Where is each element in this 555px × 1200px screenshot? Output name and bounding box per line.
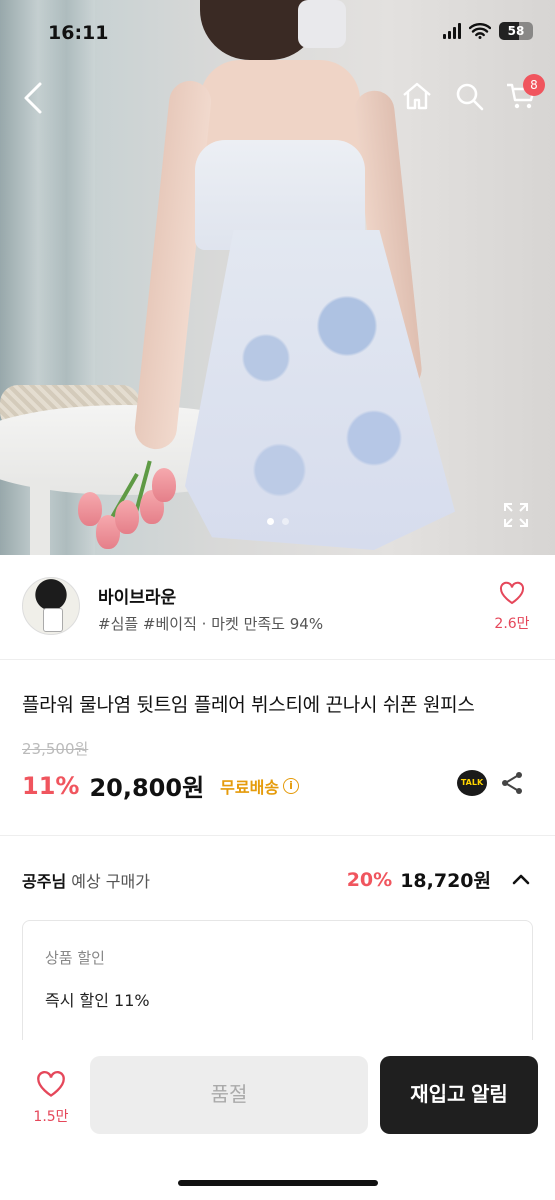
tulip xyxy=(152,468,176,502)
signal-icon xyxy=(443,23,461,39)
chevron-up-icon[interactable] xyxy=(509,868,533,892)
cart-badge: 8 xyxy=(523,74,545,96)
tulip xyxy=(115,500,139,534)
section-divider xyxy=(0,835,555,836)
expected-price-label: 공주님 예상 구매가 xyxy=(22,868,150,892)
expected-price-text: 예상 구매가 xyxy=(71,872,150,891)
expected-discount: 20% xyxy=(346,868,393,891)
seller-section[interactable]: 바이브라운 #심플 #베이직 · 마켓 만족도 94% 2.6만 xyxy=(0,555,555,660)
cart-button[interactable]: 8 xyxy=(505,74,545,112)
seller-name[interactable]: 바이브라운 xyxy=(98,583,176,608)
back-icon[interactable] xyxy=(20,80,50,116)
discount-detail-heading: 상품 할인 xyxy=(45,949,105,967)
original-price: 23,500원 xyxy=(22,740,89,758)
gallery-pagination xyxy=(0,518,555,525)
expand-icon[interactable] xyxy=(503,502,529,528)
home-icon[interactable] xyxy=(401,80,433,112)
wifi-icon xyxy=(469,23,491,39)
restock-alert-button[interactable]: 재입고 알림 xyxy=(380,1056,538,1134)
pagination-dot xyxy=(281,518,289,525)
expected-price-row[interactable]: 공주님 예상 구매가 20% 18,720원 xyxy=(22,866,533,894)
price-row: 11% 20,800원 무료배송 i xyxy=(22,768,300,803)
search-icon[interactable] xyxy=(453,80,485,112)
discount-rate: 11% xyxy=(22,771,80,800)
home-indicator xyxy=(178,1180,378,1186)
dress-skirt xyxy=(185,230,455,550)
model-arm xyxy=(132,78,214,452)
expected-price-value: 20% 18,720원 xyxy=(347,866,533,893)
product-like-button[interactable]: 1.5만 xyxy=(30,1070,72,1126)
soldout-button[interactable]: 품절 xyxy=(90,1056,368,1134)
status-icons: 58 xyxy=(443,22,533,40)
user-nickname: 공주님 xyxy=(22,872,67,891)
bottom-action-bar: 1.5만 품절 재입고 알림 xyxy=(0,1040,555,1200)
seller-tags: #심플 #베이직 · 마켓 만족도 94% xyxy=(98,615,324,633)
info-icon[interactable]: i xyxy=(283,777,300,794)
share-icon[interactable] xyxy=(499,770,525,796)
heart-icon xyxy=(499,581,525,605)
kakao-talk-button[interactable]: TALK xyxy=(457,770,487,796)
sale-price: 20,800원 xyxy=(89,774,205,802)
product-like-count: 1.5만 xyxy=(33,1109,69,1125)
top-nav-icons: 8 xyxy=(401,74,545,112)
expected-price: 18,720원 xyxy=(400,870,491,892)
seller-like-button[interactable]: 2.6만 xyxy=(491,581,533,633)
heart-icon xyxy=(37,1071,65,1097)
battery-icon: 58 xyxy=(499,22,533,40)
seller-avatar[interactable] xyxy=(22,577,80,635)
free-shipping-badge[interactable]: 무료배송 i xyxy=(220,774,300,798)
discount-detail-item: 즉시 할인 11% xyxy=(45,991,150,1010)
model-phone xyxy=(298,0,346,48)
discount-detail-box: 상품 할인 즉시 할인 11% xyxy=(22,920,533,1060)
free-shipping-label: 무료배송 xyxy=(220,777,280,797)
pagination-dot xyxy=(266,518,274,525)
status-time: 16:11 xyxy=(48,22,109,44)
product-title: 플라워 물나염 뒷트임 플레어 뷔스티에 끈나시 쉬폰 원피스 xyxy=(22,694,475,716)
seller-like-count: 2.6만 xyxy=(494,616,530,632)
